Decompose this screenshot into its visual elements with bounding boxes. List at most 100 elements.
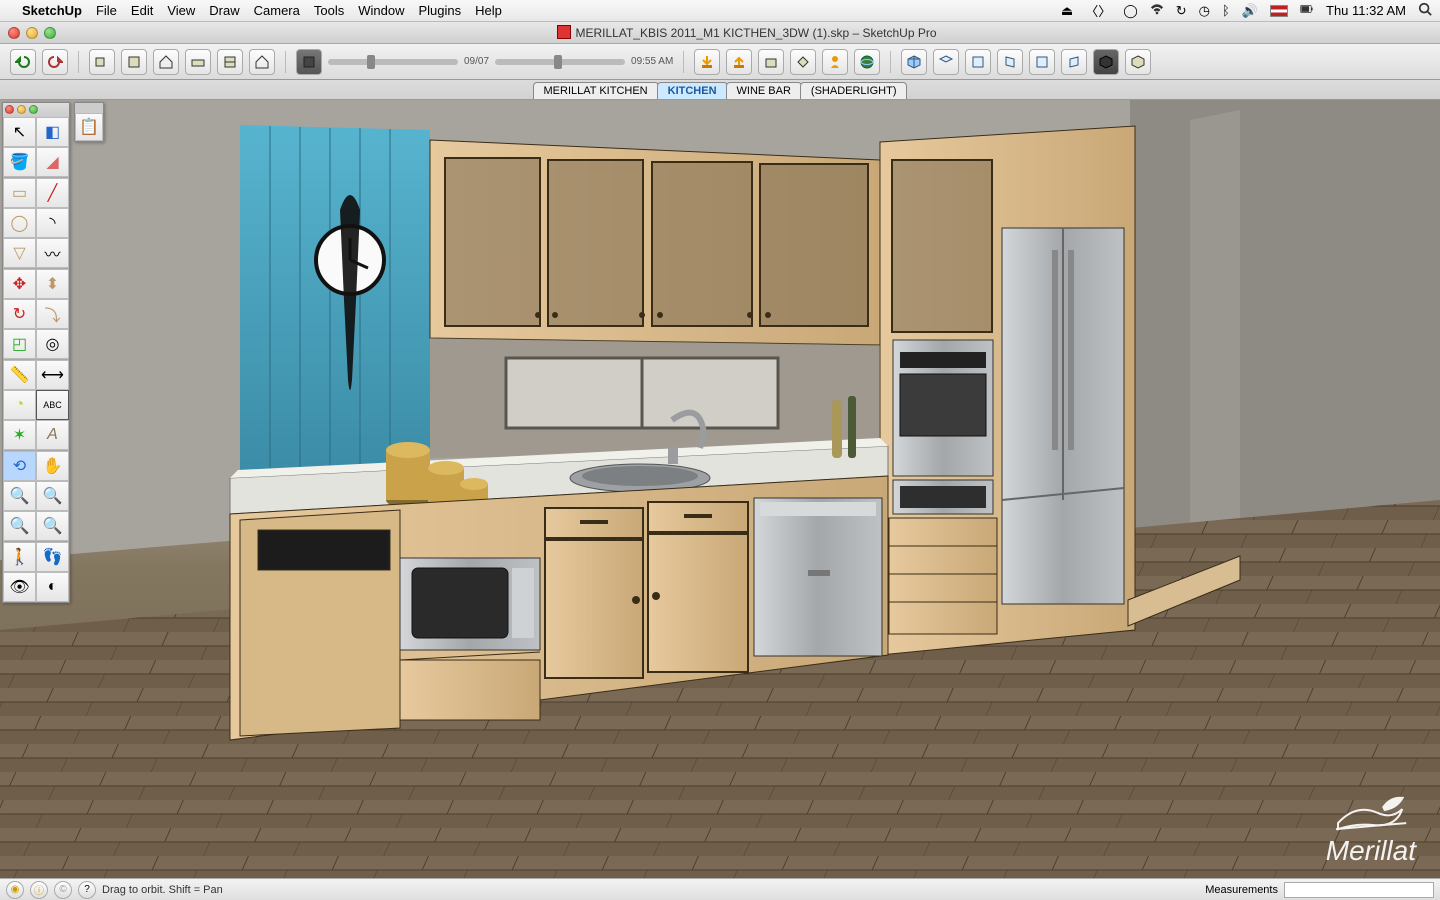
zoom-extents-tool[interactable]: 🔍	[36, 511, 69, 541]
followme-tool[interactable]: ⤵	[36, 299, 69, 329]
minimize-window-button[interactable]	[26, 27, 38, 39]
timemachine-icon[interactable]: ◯	[1123, 3, 1138, 19]
geolocation-button[interactable]	[854, 49, 880, 75]
offset-tool[interactable]: ◎	[36, 329, 69, 359]
person-button[interactable]	[822, 49, 848, 75]
paint-bucket-tool[interactable]: 🪣	[3, 147, 36, 177]
component-tool[interactable]: ◧	[36, 117, 69, 147]
layers-button[interactable]	[185, 49, 211, 75]
watermark: Merillat	[1326, 783, 1416, 868]
credits-status-icon[interactable]: ⓘ	[30, 881, 48, 899]
scene-tab-wine-bar[interactable]: WINE BAR	[726, 82, 802, 99]
move-tool[interactable]: ✥	[3, 269, 36, 299]
text-tool[interactable]: ABC	[36, 390, 69, 420]
help-status-icon[interactable]: ?	[78, 881, 96, 899]
menu-tools[interactable]: Tools	[314, 3, 344, 18]
tool-palette[interactable]: ↖ ◧ 🪣 ◢ ▭ ╱ ◯ ◝ ▽ 〰 ✥ ⬍ ↻ ⤵ ◰ ◎ 📏 ⟷ ◔ AB…	[2, 102, 70, 603]
scene-tab-shaderlight[interactable]: (SHADERLIGHT)	[800, 82, 908, 99]
code-icon[interactable]: 〈〉	[1085, 1, 1111, 20]
view-right-button[interactable]	[997, 49, 1023, 75]
style-button[interactable]	[1125, 49, 1151, 75]
scene-tab-kitchen[interactable]: KITCHEN	[657, 82, 728, 99]
undo-button[interactable]	[10, 49, 36, 75]
close-window-button[interactable]	[8, 27, 20, 39]
rotate-tool[interactable]: ↻	[3, 299, 36, 329]
eraser-tool[interactable]: ◢	[36, 147, 69, 177]
warehouse-share-button[interactable]	[726, 49, 752, 75]
menu-draw[interactable]: Draw	[209, 3, 239, 18]
menu-window[interactable]: Window	[358, 3, 404, 18]
shadow-time-slider[interactable]	[495, 59, 625, 65]
clock-icon[interactable]: ◷	[1199, 3, 1210, 19]
dropbox-icon[interactable]: ⏏	[1061, 3, 1073, 19]
menu-file[interactable]: File	[96, 3, 117, 18]
position-camera-tool[interactable]: 🚶	[3, 542, 36, 572]
protractor-tool[interactable]: ◔	[3, 390, 36, 420]
window-title-bar: MERILLAT_KBIS 2011_M1 KICTHEN_3DW (1).sk…	[0, 22, 1440, 44]
shadow-date-slider[interactable]	[328, 59, 458, 65]
pan-tool[interactable]: ✋	[36, 451, 69, 481]
freehand-tool[interactable]: 〰	[36, 238, 69, 268]
extension-button[interactable]	[758, 49, 784, 75]
scenes-button[interactable]	[249, 49, 275, 75]
redo-button[interactable]	[42, 49, 68, 75]
app-menu[interactable]: SketchUp	[22, 3, 82, 18]
3dtext-tool[interactable]: A	[36, 420, 69, 450]
house-button[interactable]	[153, 49, 179, 75]
view-top-button[interactable]	[933, 49, 959, 75]
menu-help[interactable]: Help	[475, 3, 502, 18]
bluetooth-icon[interactable]: ᛒ	[1222, 3, 1230, 18]
pushpull-tool[interactable]: ⬍	[36, 269, 69, 299]
look-around-tool[interactable]: 👁	[3, 572, 36, 602]
circle-tool[interactable]: ◯	[3, 208, 36, 238]
clock-text[interactable]: Thu 11:32 AM	[1326, 3, 1406, 18]
wifi-icon[interactable]	[1150, 2, 1164, 19]
axes-tool[interactable]: ✶	[3, 420, 36, 450]
measurements-label: Measurements	[1205, 884, 1278, 896]
shadow-date-label: 09/07	[464, 56, 489, 67]
dynamic-components-palette[interactable]: 📋	[74, 102, 104, 142]
paint-large-button[interactable]	[790, 49, 816, 75]
view-back-button[interactable]	[1029, 49, 1055, 75]
menu-camera[interactable]: Camera	[254, 3, 300, 18]
claim-status-icon[interactable]: ©	[54, 881, 72, 899]
polygon-tool[interactable]: ▽	[3, 238, 36, 268]
tape-tool[interactable]: 📏	[3, 360, 36, 390]
orbit-tool[interactable]: ⟲	[3, 451, 36, 481]
zoom-tool[interactable]: 🔍	[3, 481, 36, 511]
menu-edit[interactable]: Edit	[131, 3, 153, 18]
flag-icon[interactable]	[1270, 5, 1288, 17]
menu-plugins[interactable]: Plugins	[418, 3, 461, 18]
section-plane-tool[interactable]: ◐	[36, 572, 69, 602]
viewport-3d[interactable]: Merillat	[0, 100, 1440, 878]
xray-button[interactable]	[1093, 49, 1119, 75]
geo-status-icon[interactable]: ◉	[6, 881, 24, 899]
walk-tool[interactable]: 👣	[36, 542, 69, 572]
view-front-button[interactable]	[965, 49, 991, 75]
battery-icon[interactable]	[1300, 2, 1314, 19]
spotlight-icon[interactable]	[1418, 2, 1432, 19]
rectangle-tool[interactable]: ▭	[3, 178, 36, 208]
arc-tool[interactable]: ◝	[36, 208, 69, 238]
interact-tool[interactable]: 📋	[75, 113, 103, 141]
scale-tool[interactable]: ◰	[3, 329, 36, 359]
main-toolbar: 09/07 09:55 AM	[0, 44, 1440, 80]
zoom-previous-tool[interactable]: 🔍	[3, 511, 36, 541]
view-left-button[interactable]	[1061, 49, 1087, 75]
volume-icon[interactable]: 🔊	[1242, 3, 1258, 19]
sync-icon[interactable]: ↻	[1176, 3, 1187, 19]
scene-tab-merillat-kitchen[interactable]: MERILLAT KITCHEN	[533, 82, 659, 99]
zoom-window-button[interactable]	[44, 27, 56, 39]
view-iso-button[interactable]	[901, 49, 927, 75]
select-tool[interactable]: ↖	[3, 117, 36, 147]
measurements-input[interactable]	[1284, 882, 1434, 898]
dimension-tool[interactable]: ⟷	[36, 360, 69, 390]
component-button[interactable]	[121, 49, 147, 75]
warehouse-get-button[interactable]	[694, 49, 720, 75]
zoom-window-tool[interactable]: 🔍	[36, 481, 69, 511]
outliner-button[interactable]	[217, 49, 243, 75]
line-tool[interactable]: ╱	[36, 178, 69, 208]
menu-view[interactable]: View	[167, 3, 195, 18]
model-info-button[interactable]	[89, 49, 115, 75]
shadows-button[interactable]	[296, 49, 322, 75]
